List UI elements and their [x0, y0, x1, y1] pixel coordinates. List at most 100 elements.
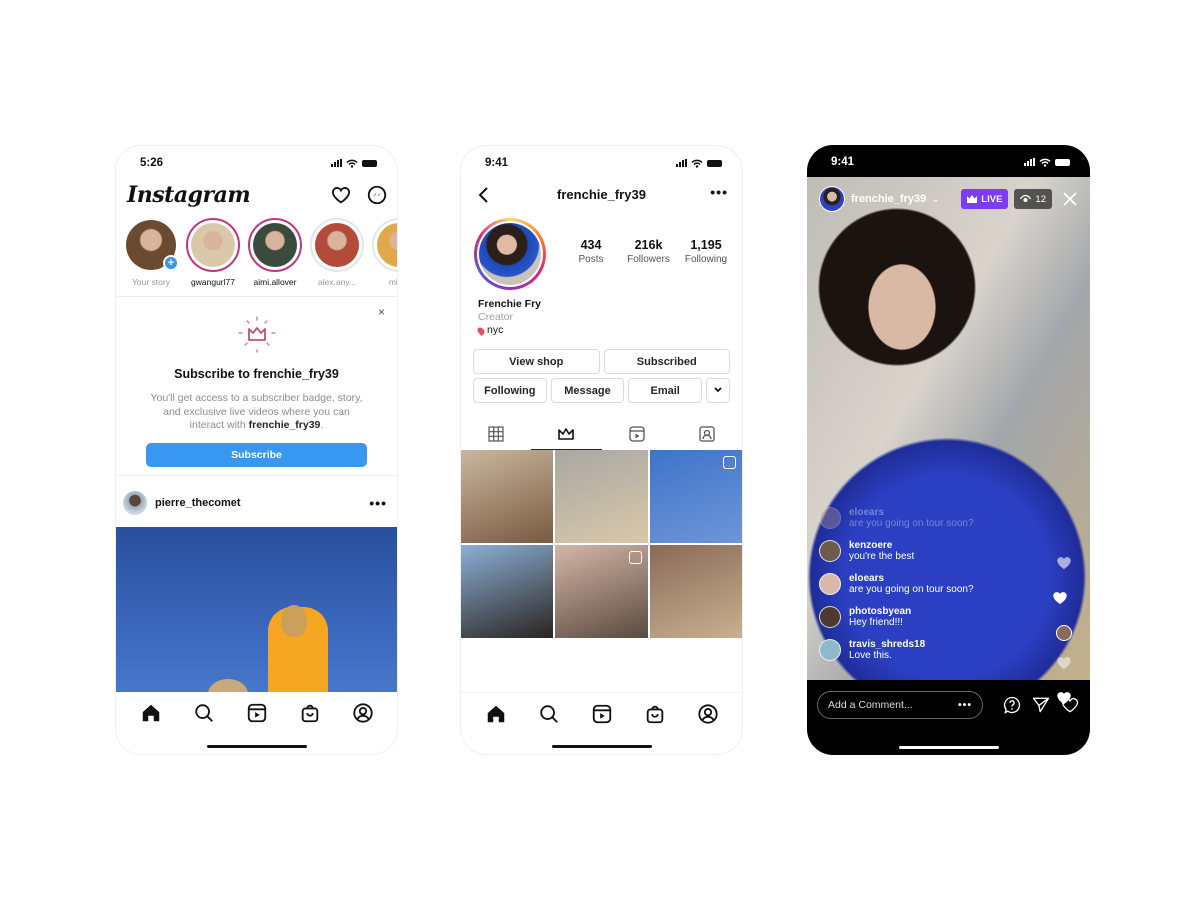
status-bar: 5:26 — [116, 154, 397, 172]
tab-grid[interactable] — [461, 418, 531, 450]
tab-reels[interactable] — [602, 418, 672, 450]
story-item[interactable]: + Your story — [124, 218, 179, 287]
avatar — [315, 223, 359, 267]
chevron-down-icon[interactable]: ⌄ — [931, 194, 939, 205]
home-indicator — [206, 745, 307, 748]
status-icons — [331, 159, 377, 168]
avatar[interactable] — [819, 186, 845, 212]
comment-username: eloears — [849, 507, 885, 518]
grid-thumbnail[interactable] — [555, 450, 648, 543]
stat-value: 216k — [634, 238, 663, 252]
viewer-count-badge[interactable]: 12 — [1014, 189, 1052, 209]
close-icon[interactable] — [1062, 191, 1078, 207]
comment-username: travis_shreds18 — [849, 639, 926, 650]
grid-thumbnail[interactable] — [461, 450, 554, 543]
wifi-icon — [346, 159, 358, 168]
message-button[interactable]: Message — [550, 378, 625, 403]
stories-tray: + Your story gwangurl77 aimi.allover alex.an… — [124, 218, 397, 287]
stat-following[interactable]: 1,195 Following — [678, 238, 734, 265]
avatar[interactable] — [819, 606, 841, 628]
subscribe-button[interactable]: Subscribe — [146, 443, 367, 467]
shop-icon[interactable] — [299, 702, 321, 724]
instagram-logo: Instagram — [127, 182, 251, 208]
profile-avatar-ring[interactable] — [474, 218, 546, 290]
avatar[interactable] — [819, 507, 841, 529]
add-story-icon[interactable]: + — [163, 255, 179, 271]
status-bar: 9:41 — [461, 154, 742, 172]
grid-thumbnail[interactable] — [555, 545, 648, 638]
bio-category: Creator — [478, 311, 514, 323]
send-icon[interactable] — [1031, 695, 1051, 715]
reels-icon[interactable] — [246, 702, 268, 724]
location-text: nyc — [487, 324, 504, 336]
story-item[interactable]: mis... — [372, 218, 397, 287]
comment-text: are you going on tour soon? — [849, 584, 974, 595]
search-icon[interactable] — [538, 703, 560, 725]
profile-bio: Frenchie Fry Creator nyc — [476, 298, 541, 337]
shop-icon[interactable] — [644, 703, 666, 725]
following-button[interactable]: Following — [473, 378, 547, 403]
email-button[interactable]: Email — [628, 378, 703, 403]
eye-icon — [1020, 195, 1032, 202]
messenger-icon[interactable] — [366, 184, 388, 206]
story-username: alex.any... — [317, 277, 357, 287]
question-icon[interactable] — [1002, 695, 1022, 715]
post-username[interactable]: pierre_thecomet — [155, 497, 369, 509]
status-time: 9:41 — [831, 156, 855, 168]
avatar[interactable] — [819, 540, 841, 562]
signal-icon — [331, 159, 342, 167]
grid-thumbnail[interactable] — [461, 545, 554, 638]
home-icon[interactable] — [485, 703, 507, 725]
bottom-tab-bar — [461, 692, 742, 754]
description-username: frenchie_fry39 — [248, 419, 321, 431]
profile-icon[interactable] — [697, 703, 719, 725]
more-options-icon[interactable]: ••• — [710, 184, 728, 200]
story-item[interactable]: aimi.allover — [248, 218, 302, 287]
comment-username: kenzoere — [849, 540, 893, 551]
stat-followers[interactable]: 216k Followers — [621, 238, 677, 265]
view-shop-button[interactable]: View shop — [473, 349, 600, 374]
stat-posts[interactable]: 434 Posts — [563, 238, 619, 265]
avatar[interactable] — [819, 573, 841, 595]
home-icon[interactable] — [140, 702, 162, 724]
tab-tagged[interactable] — [672, 418, 742, 450]
story-username: gwangurl77 — [191, 277, 235, 287]
more-options-icon[interactable]: ••• — [369, 495, 387, 511]
heart-icon[interactable] — [330, 184, 352, 206]
search-icon[interactable] — [193, 702, 215, 724]
story-username: aimi.allover — [253, 277, 297, 287]
live-username[interactable]: frenchie_fry39 — [851, 193, 926, 205]
avatar[interactable] — [819, 639, 841, 661]
tab-subscriber[interactable] — [531, 418, 602, 450]
profile-buttons-row-1: View shop Subscribed — [473, 349, 730, 374]
comment-item: eloears are you going on tour soon? — [819, 507, 1040, 529]
stat-value: 1,195 — [690, 238, 722, 252]
comment-input[interactable]: Add a Comment... ••• — [817, 691, 983, 719]
avatar — [191, 223, 235, 267]
post-image[interactable] — [116, 527, 397, 694]
more-options-icon[interactable]: ••• — [958, 699, 972, 711]
comment-item: travis_shreds18 Love this. — [819, 639, 1040, 661]
story-item[interactable]: alex.any... — [310, 218, 364, 287]
profile-buttons-row-2: Following Message Email — [473, 378, 731, 403]
avatar[interactable] — [123, 491, 147, 515]
avatar — [1056, 625, 1072, 641]
subscribed-button[interactable]: Subscribed — [603, 349, 730, 374]
wifi-icon — [691, 159, 703, 168]
battery-icon — [362, 159, 377, 167]
reels-icon — [628, 551, 642, 564]
reels-icon[interactable] — [591, 703, 613, 725]
profile-icon[interactable] — [352, 702, 374, 724]
media-grid — [461, 450, 742, 638]
grid-thumbnail[interactable] — [649, 450, 742, 543]
bio-location: nyc — [476, 324, 541, 337]
signal-icon — [1024, 158, 1035, 166]
suggested-accounts-chevron-button[interactable] — [706, 378, 731, 403]
crown-icon — [967, 195, 978, 203]
live-phone-screen: 9:41 frenchie_fry39 ⌄ LIVE 12 eloears are… — [807, 145, 1090, 755]
heart-icon[interactable] — [1060, 695, 1080, 715]
story-item[interactable]: gwangurl77 — [186, 218, 240, 287]
grid-thumbnail[interactable] — [649, 545, 742, 638]
close-icon[interactable]: × — [378, 305, 385, 319]
status-time: 9:41 — [485, 157, 509, 169]
